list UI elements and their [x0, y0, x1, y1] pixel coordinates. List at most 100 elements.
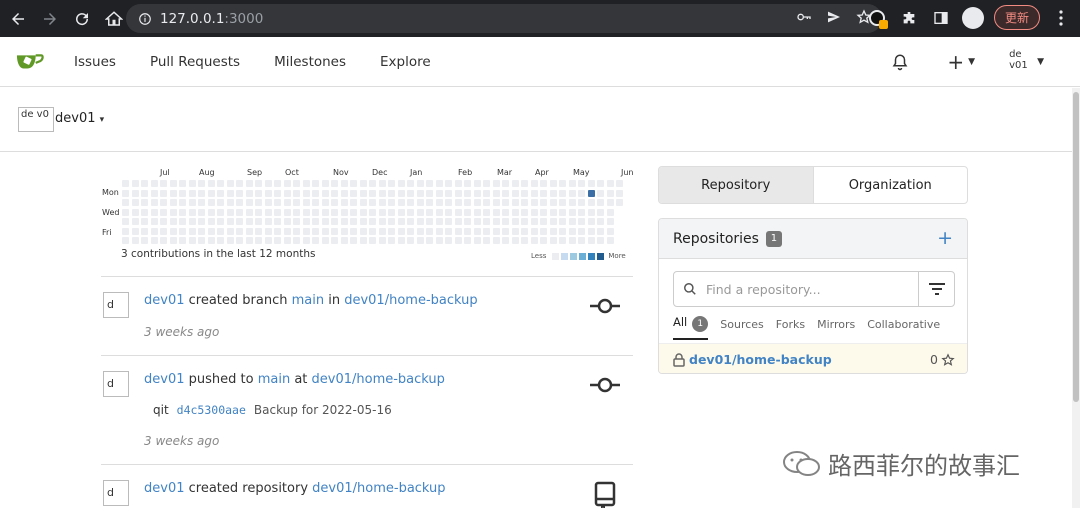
heatmap-cell[interactable]: [587, 237, 595, 244]
heatmap-cell[interactable]: [464, 180, 471, 187]
heatmap-cell[interactable]: [521, 180, 528, 187]
heatmap-cell[interactable]: [226, 199, 234, 206]
heatmap-cell[interactable]: [530, 237, 538, 244]
heatmap-cell[interactable]: [131, 189, 139, 197]
heatmap-cell[interactable]: [245, 227, 253, 235]
user-menu[interactable]: de v01 ▼: [1009, 47, 1044, 77]
heatmap-cell[interactable]: [426, 237, 433, 244]
heatmap-cell[interactable]: [122, 199, 129, 206]
heatmap-cell[interactable]: [274, 208, 281, 216]
commit-sha-link[interactable]: d4c5300aae: [177, 403, 246, 417]
heatmap-cell[interactable]: [302, 237, 310, 244]
heatmap-cell[interactable]: [578, 237, 585, 244]
feed-avatar[interactable]: d: [103, 292, 129, 318]
heatmap-cell[interactable]: [245, 199, 253, 206]
heatmap-cell[interactable]: [616, 180, 623, 187]
heatmap-cell[interactable]: [350, 208, 357, 216]
heatmap-cell[interactable]: [435, 218, 443, 225]
heatmap-cell[interactable]: [540, 208, 547, 216]
heatmap-cell[interactable]: [255, 199, 262, 206]
heatmap-cell[interactable]: [264, 189, 272, 197]
heatmap-cell[interactable]: [236, 208, 243, 216]
heatmap-cell[interactable]: [312, 189, 319, 197]
heatmap-cell[interactable]: [606, 189, 614, 197]
heatmap-cell[interactable]: [502, 199, 509, 206]
heatmap-cell[interactable]: [435, 208, 443, 216]
heatmap-cell[interactable]: [578, 180, 585, 187]
heatmap-cell[interactable]: [179, 227, 186, 235]
heatmap-cell[interactable]: [473, 218, 481, 225]
heatmap-cell[interactable]: [340, 199, 348, 206]
heatmap-cell[interactable]: [321, 199, 329, 206]
heatmap-cell[interactable]: [331, 199, 338, 206]
heatmap-cell[interactable]: [445, 180, 452, 187]
heatmap-cell[interactable]: [131, 237, 139, 244]
heatmap-cell[interactable]: [293, 180, 300, 187]
heatmap-cell[interactable]: [283, 208, 291, 216]
heatmap-cell[interactable]: [445, 227, 452, 235]
heatmap-cell[interactable]: [464, 218, 471, 225]
bell-icon[interactable]: [891, 53, 909, 71]
heatmap-cell[interactable]: [302, 180, 310, 187]
heatmap-cell[interactable]: [188, 180, 196, 187]
heatmap-cell[interactable]: [578, 227, 585, 235]
heatmap-cell[interactable]: [179, 180, 186, 187]
heatmap-cell[interactable]: [179, 208, 186, 216]
heatmap-cell[interactable]: [312, 199, 319, 206]
heatmap-cell[interactable]: [179, 218, 186, 225]
heatmap-cell[interactable]: [416, 218, 424, 225]
heatmap-cell[interactable]: [587, 180, 595, 187]
heatmap-cell[interactable]: [179, 199, 186, 206]
heatmap-cell[interactable]: [236, 189, 243, 197]
heatmap-cell[interactable]: [540, 218, 547, 225]
heatmap-cell[interactable]: [122, 189, 129, 197]
heatmap-cell[interactable]: [179, 189, 186, 197]
heatmap-cell[interactable]: [483, 227, 490, 235]
heatmap-cell[interactable]: [169, 218, 177, 225]
heatmap-cell[interactable]: [397, 208, 405, 216]
heatmap-cell[interactable]: [369, 199, 376, 206]
heatmap-cell[interactable]: [312, 218, 319, 225]
heatmap-cell[interactable]: [293, 199, 300, 206]
heatmap-cell[interactable]: [340, 218, 348, 225]
heatmap-cell[interactable]: [416, 180, 424, 187]
heatmap-cell[interactable]: [416, 237, 424, 244]
heatmap-cell[interactable]: [559, 189, 566, 197]
heatmap-cell[interactable]: [483, 199, 490, 206]
heatmap-cell[interactable]: [188, 199, 196, 206]
feed-repo-link[interactable]: dev01/home-backup: [312, 372, 445, 387]
heatmap-cell[interactable]: [407, 180, 414, 187]
heatmap-cell[interactable]: [141, 199, 148, 206]
create-menu[interactable]: + ▼: [947, 50, 975, 74]
heatmap-cell[interactable]: [511, 208, 519, 216]
heatmap-cell[interactable]: [226, 218, 234, 225]
heatmap-cell[interactable]: [369, 208, 376, 216]
filter-button[interactable]: [918, 272, 954, 306]
heatmap-cell[interactable]: [198, 218, 205, 225]
heatmap-cell[interactable]: [264, 218, 272, 225]
heatmap-cell[interactable]: [530, 227, 538, 235]
heatmap-cell[interactable]: [397, 227, 405, 235]
heatmap-cell[interactable]: [407, 218, 414, 225]
heatmap-cell[interactable]: [207, 199, 215, 206]
heatmap-cell[interactable]: [597, 180, 604, 187]
feed-actor-link[interactable]: dev01: [144, 293, 185, 308]
heatmap-cell[interactable]: [264, 227, 272, 235]
heatmap-cell[interactable]: [274, 189, 281, 197]
heatmap-cell[interactable]: [416, 208, 424, 216]
heatmap-cell[interactable]: [141, 189, 148, 197]
heatmap-cell[interactable]: [293, 237, 300, 244]
heatmap-cell[interactable]: [435, 189, 443, 197]
heatmap-cell[interactable]: [264, 237, 272, 244]
heatmap-cell[interactable]: [122, 227, 129, 235]
heatmap-cell[interactable]: [616, 199, 623, 206]
heatmap-cell[interactable]: [274, 218, 281, 225]
heatmap-cell[interactable]: [169, 189, 177, 197]
heatmap-cell[interactable]: [483, 237, 490, 244]
heatmap-cell[interactable]: [473, 199, 481, 206]
heatmap-cell[interactable]: [426, 227, 433, 235]
heatmap-cell[interactable]: [597, 189, 604, 197]
heatmap-cell[interactable]: [540, 180, 547, 187]
reload-button[interactable]: [68, 5, 96, 33]
heatmap-cell[interactable]: [331, 218, 338, 225]
